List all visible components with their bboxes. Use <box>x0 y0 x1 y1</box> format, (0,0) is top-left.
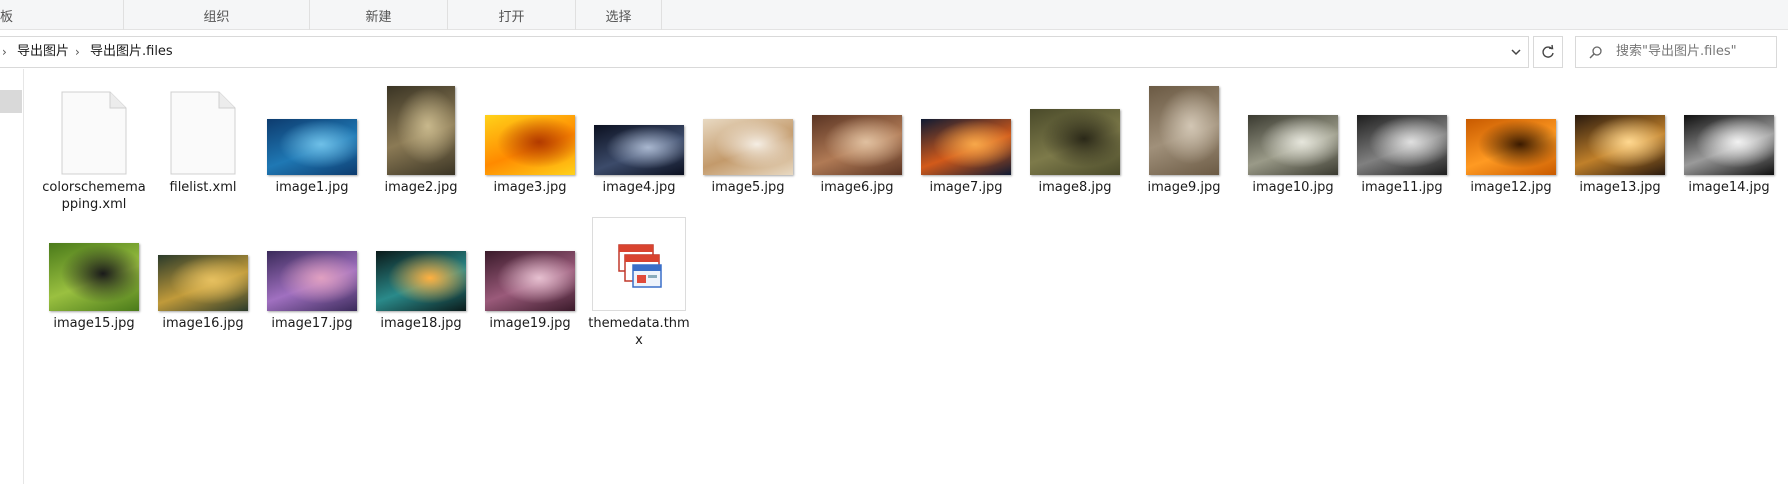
image-thumbnail <box>1684 115 1774 175</box>
image-thumbnail <box>1149 86 1219 175</box>
image-thumbnail <box>1575 115 1665 175</box>
document-icon <box>54 91 134 175</box>
nav-selected-item[interactable] <box>0 90 22 113</box>
ribbon-group-select[interactable]: 选择 <box>576 0 662 30</box>
file-name-label: image11.jpg <box>1361 180 1443 195</box>
file-name-label: image6.jpg <box>820 180 894 195</box>
image-thumbnail <box>387 86 455 175</box>
image-thumbnail <box>1357 115 1447 175</box>
image-thumbnail <box>1466 119 1556 175</box>
ribbon-group-clipboard[interactable]: 板 <box>0 0 124 30</box>
refresh-button[interactable] <box>1533 36 1563 68</box>
file-name-label: image8.jpg <box>1038 180 1112 195</box>
file-name-label: image12.jpg <box>1470 180 1552 195</box>
image-thumbnail <box>267 119 357 175</box>
search-box[interactable]: 搜索"导出图片.files" <box>1575 36 1777 68</box>
chevron-down-icon <box>1511 49 1521 56</box>
file-name-label: image5.jpg <box>711 180 785 195</box>
file-name-label: image18.jpg <box>380 316 462 331</box>
file-name-label: colorschememapping.xml <box>42 180 146 212</box>
image-thumbnail <box>1030 109 1120 175</box>
image-thumbnail <box>703 119 793 175</box>
breadcrumb-current[interactable]: 导出图片.files <box>90 37 173 67</box>
file-name-label: image16.jpg <box>162 316 244 331</box>
image-thumbnail <box>485 251 575 311</box>
image-thumbnail <box>812 115 902 175</box>
image-thumbnail <box>267 251 357 311</box>
search-placeholder[interactable]: 搜索"导出图片.files" <box>1616 37 1737 67</box>
file-name-label: image10.jpg <box>1252 180 1334 195</box>
file-name-label: themedata.thmx <box>588 316 690 348</box>
file-name-label: image9.jpg <box>1147 180 1221 195</box>
image-thumbnail <box>1248 115 1338 175</box>
image-thumbnail <box>921 119 1011 175</box>
theme-file-icon <box>592 217 686 311</box>
file-name-label: image3.jpg <box>493 180 567 195</box>
ribbon-group-organize[interactable]: 组织 <box>124 0 310 30</box>
address-bar[interactable]: › 导出图片 › 导出图片.files <box>0 36 1529 68</box>
file-name-label: image4.jpg <box>602 180 676 195</box>
document-icon <box>163 91 243 175</box>
ribbon-group-new[interactable]: 新建 <box>310 0 448 30</box>
ribbon-group-open[interactable]: 打开 <box>448 0 576 30</box>
breadcrumb-parent[interactable]: 导出图片 <box>17 37 69 67</box>
chevron-right-icon[interactable]: › <box>75 37 80 67</box>
file-name-label: image1.jpg <box>275 180 349 195</box>
file-name-label: filelist.xml <box>169 180 237 195</box>
file-name-label: image7.jpg <box>929 180 1003 195</box>
navigation-pane[interactable] <box>0 69 24 484</box>
address-row: › 导出图片 › 导出图片.files 搜索"导出图片.files" <box>0 36 1788 68</box>
refresh-icon <box>1542 44 1554 58</box>
chevron-right-icon[interactable]: › <box>2 37 7 67</box>
file-name-label: image2.jpg <box>384 180 458 195</box>
ribbon-group-bar: 板 组织 新建 打开 选择 <box>0 0 1788 30</box>
image-thumbnail <box>49 243 139 311</box>
image-thumbnail <box>158 255 248 311</box>
image-thumbnail <box>485 115 575 175</box>
file-name-label: image13.jpg <box>1579 180 1661 195</box>
file-name-label: image19.jpg <box>489 316 571 331</box>
file-name-label: image17.jpg <box>271 316 353 331</box>
search-icon <box>1589 46 1602 59</box>
address-dropdown-button[interactable] <box>1504 37 1528 67</box>
image-thumbnail <box>376 251 466 311</box>
image-thumbnail <box>594 125 684 175</box>
file-name-label: image15.jpg <box>53 316 135 331</box>
file-name-label: image14.jpg <box>1688 180 1770 195</box>
